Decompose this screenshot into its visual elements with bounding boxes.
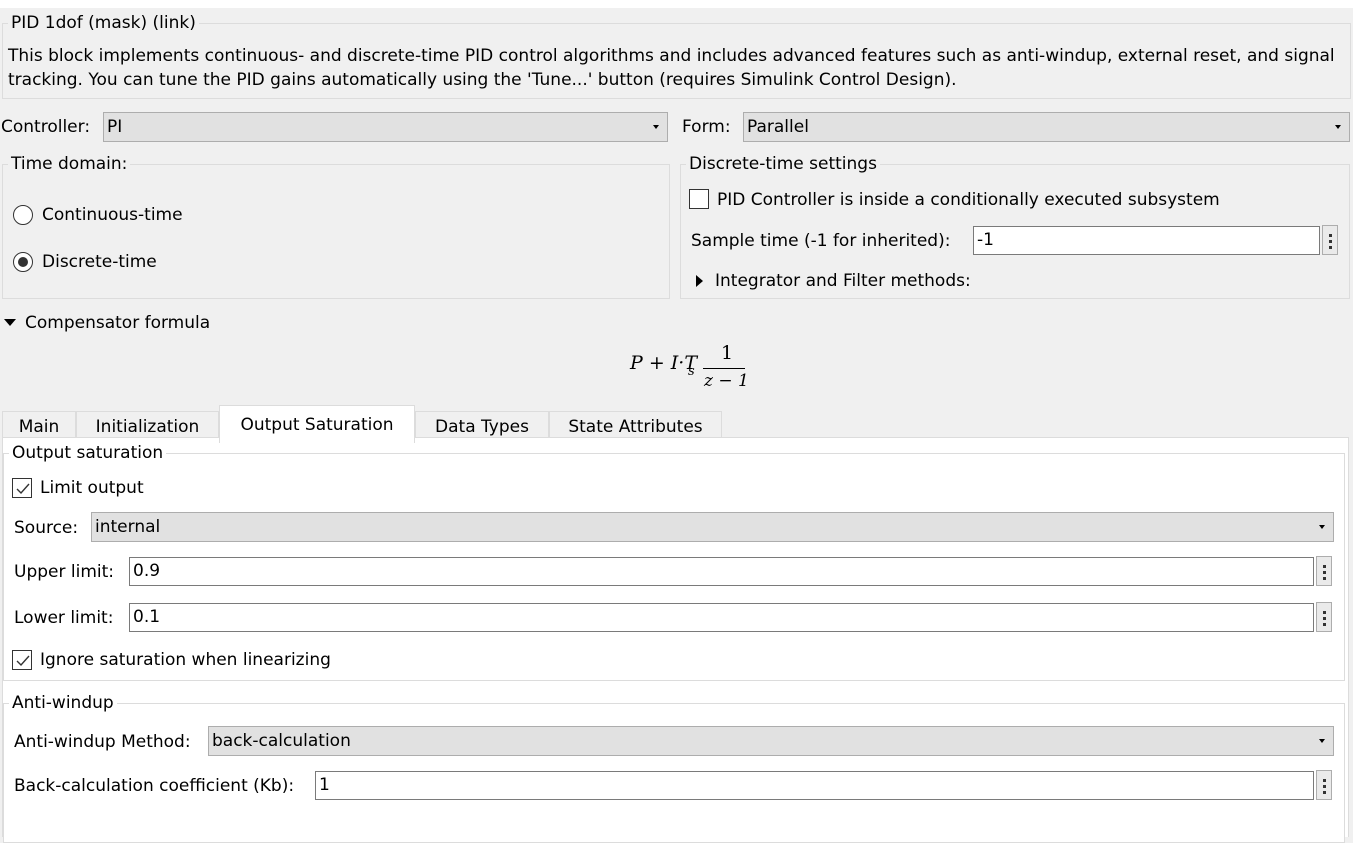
lower-limit-label: Lower limit: <box>14 608 114 628</box>
output-saturation-title: Output saturation <box>12 443 164 463</box>
sample-time-input[interactable]: -1 <box>973 226 1320 255</box>
time-domain-title: Time domain: <box>11 154 128 174</box>
kb-label: Back-calculation coefficient (Kb): <box>14 776 295 796</box>
sample-time-value: -1 <box>977 230 994 250</box>
compensator-formula: P + I·T s 1 z − 1 <box>628 340 758 396</box>
conditional-subsystem-checkbox[interactable] <box>689 189 709 209</box>
formula-numerator: 1 <box>721 342 734 364</box>
tab-label: Output Saturation <box>240 415 394 435</box>
upper-limit-more-button[interactable] <box>1316 556 1332 586</box>
checkmark-icon <box>16 483 30 495</box>
lower-limit-input[interactable]: 0.1 <box>129 603 1314 632</box>
integrator-methods-label[interactable]: Integrator and Filter methods: <box>715 271 971 291</box>
block-title: PID 1dof (mask) (link) <box>11 13 196 33</box>
block-description: This block implements continuous- and di… <box>8 46 1335 90</box>
expand-right-icon[interactable] <box>696 275 703 287</box>
formula-subscript: s <box>688 364 695 379</box>
sample-time-more-button[interactable] <box>1322 225 1338 255</box>
anti-windup-group: Anti-windup <box>3 693 1345 843</box>
form-label: Form: <box>682 117 731 137</box>
anti-windup-method-dropdown[interactable]: back-calculation <box>208 726 1334 756</box>
discrete-time-settings-title: Discrete-time settings <box>689 154 877 174</box>
ignore-saturation-checkbox[interactable] <box>12 650 32 670</box>
continuous-time-label[interactable]: Continuous-time <box>42 205 183 225</box>
continuous-time-radio[interactable] <box>13 205 33 225</box>
kb-value: 1 <box>319 775 330 795</box>
tab-label: Initialization <box>95 417 200 437</box>
tab-label: State Attributes <box>568 417 703 437</box>
anti-windup-method-value: back-calculation <box>212 731 351 751</box>
collapse-down-icon[interactable] <box>4 319 16 326</box>
tab-output-saturation[interactable]: Output Saturation <box>219 405 415 443</box>
controller-dropdown[interactable]: PI <box>103 112 668 142</box>
sample-time-label: Sample time (-1 for inherited): <box>691 231 951 251</box>
top-strip <box>0 0 1353 8</box>
discrete-time-label[interactable]: Discrete-time <box>42 252 157 272</box>
upper-limit-input[interactable]: 0.9 <box>129 557 1314 586</box>
source-dropdown[interactable]: internal <box>91 512 1334 542</box>
form-value: Parallel <box>747 117 809 137</box>
chevron-down-icon <box>653 125 659 129</box>
chevron-down-icon <box>1319 525 1325 529</box>
source-label: Source: <box>14 518 79 538</box>
conditional-subsystem-label[interactable]: PID Controller is inside a conditionally… <box>717 190 1220 210</box>
upper-limit-label: Upper limit: <box>14 562 114 582</box>
lower-limit-more-button[interactable] <box>1316 602 1332 632</box>
checkmark-icon <box>16 655 30 667</box>
anti-windup-method-label: Anti-windup Method: <box>14 732 191 752</box>
formula-lhs: P + I·T <box>630 352 698 374</box>
tab-label: Data Types <box>435 417 529 437</box>
anti-windup-title: Anti-windup <box>12 693 114 713</box>
form-dropdown[interactable]: Parallel <box>743 112 1350 142</box>
tab-label: Main <box>18 417 60 437</box>
limit-output-checkbox[interactable] <box>12 478 32 498</box>
kb-more-button[interactable] <box>1316 770 1332 800</box>
discrete-time-radio[interactable] <box>13 252 33 272</box>
lower-limit-value: 0.1 <box>133 607 161 627</box>
limit-output-label[interactable]: Limit output <box>40 478 144 498</box>
formula-fraction-bar <box>703 368 745 369</box>
upper-limit-value: 0.9 <box>133 561 161 581</box>
controller-value: PI <box>107 117 123 137</box>
kb-input[interactable]: 1 <box>315 771 1314 800</box>
chevron-down-icon <box>1319 739 1325 743</box>
formula-denominator: z − 1 <box>704 371 749 391</box>
chevron-down-icon <box>1335 125 1341 129</box>
time-domain-group: Time domain: <box>2 154 670 299</box>
compensator-formula-label[interactable]: Compensator formula <box>25 313 210 333</box>
source-value: internal <box>95 517 161 537</box>
controller-label: Controller: <box>1 117 91 137</box>
ignore-saturation-label[interactable]: Ignore saturation when linearizing <box>40 650 331 670</box>
